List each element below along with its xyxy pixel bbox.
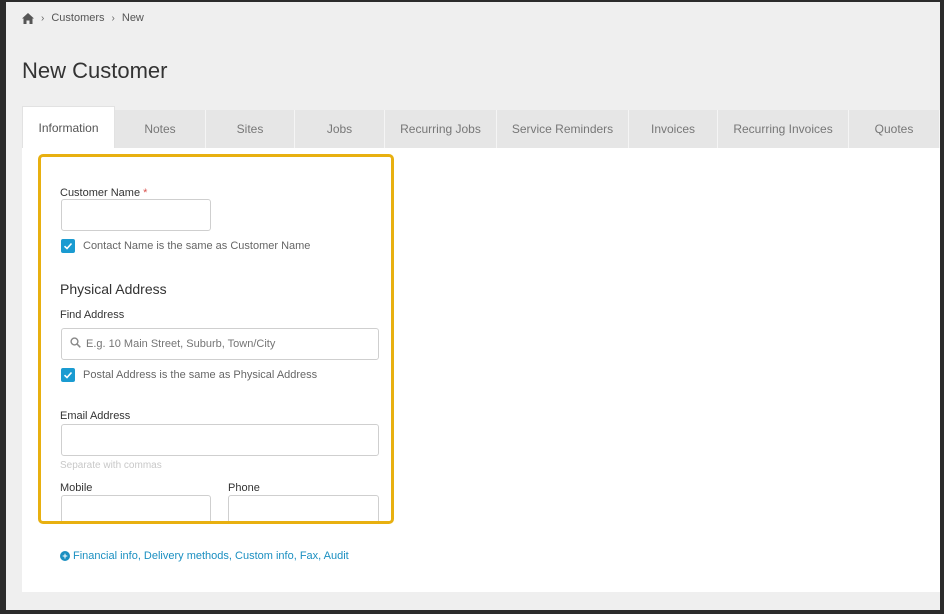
physical-address-heading: Physical Address <box>60 281 167 297</box>
mobile-label: Mobile <box>60 482 93 494</box>
postal-same-label: Postal Address is the same as Physical A… <box>83 369 318 381</box>
mobile-input[interactable] <box>61 495 211 521</box>
customer-name-label: Customer Name * <box>60 187 148 199</box>
find-address-label: Find Address <box>60 309 125 321</box>
tab-invoices[interactable]: Invoices <box>629 110 718 148</box>
tab-sites[interactable]: Sites <box>206 110 295 148</box>
breadcrumb-current: New <box>121 12 144 24</box>
tab-notes[interactable]: Notes <box>115 110 206 148</box>
customer-form-highlight: Customer Name * Contact Name is the same … <box>38 154 394 524</box>
email-label: Email Address <box>60 410 131 422</box>
tab-jobs[interactable]: Jobs <box>295 110 385 148</box>
contact-same-checkbox[interactable] <box>61 239 75 253</box>
information-panel: Customer Name * Contact Name is the same … <box>22 148 940 592</box>
contact-same-row: Contact Name is the same as Customer Nam… <box>61 239 310 253</box>
home-icon[interactable] <box>22 12 34 24</box>
tab-information[interactable]: Information <box>22 106 115 148</box>
breadcrumb: › Customers › New <box>22 10 144 26</box>
chevron-right-icon: › <box>41 12 45 24</box>
required-mark: * <box>143 187 148 199</box>
check-icon <box>63 242 73 250</box>
contact-same-label: Contact Name is the same as Customer Nam… <box>83 240 311 252</box>
phone-input[interactable] <box>228 495 379 521</box>
search-icon <box>70 337 81 348</box>
customer-name-input[interactable] <box>61 199 211 231</box>
breadcrumb-customers[interactable]: Customers <box>51 12 104 24</box>
check-icon <box>63 371 73 379</box>
more-info-label: Financial info, Delivery methods, Custom… <box>73 550 349 562</box>
plus-circle-icon: + <box>60 551 70 561</box>
tab-quotes[interactable]: Quotes <box>849 110 940 148</box>
tab-service-reminders[interactable]: Service Reminders <box>497 110 629 148</box>
chevron-right-icon: › <box>111 12 115 24</box>
phone-label: Phone <box>228 482 260 494</box>
postal-same-row: Postal Address is the same as Physical A… <box>61 368 317 382</box>
email-input[interactable] <box>61 424 379 456</box>
find-address-field <box>61 328 379 360</box>
postal-same-checkbox[interactable] <box>61 368 75 382</box>
app-frame: › Customers › New New Customer Informati… <box>6 2 940 610</box>
find-address-input[interactable] <box>61 328 379 360</box>
tab-bar: Information Notes Sites Jobs Recurring J… <box>22 106 940 148</box>
email-hint: Separate with commas <box>60 460 162 471</box>
page-title: New Customer <box>22 58 168 83</box>
more-info-link[interactable]: + Financial info, Delivery methods, Cust… <box>60 550 349 562</box>
tab-recurring-jobs[interactable]: Recurring Jobs <box>385 110 497 148</box>
tab-recurring-invoices[interactable]: Recurring Invoices <box>718 110 849 148</box>
